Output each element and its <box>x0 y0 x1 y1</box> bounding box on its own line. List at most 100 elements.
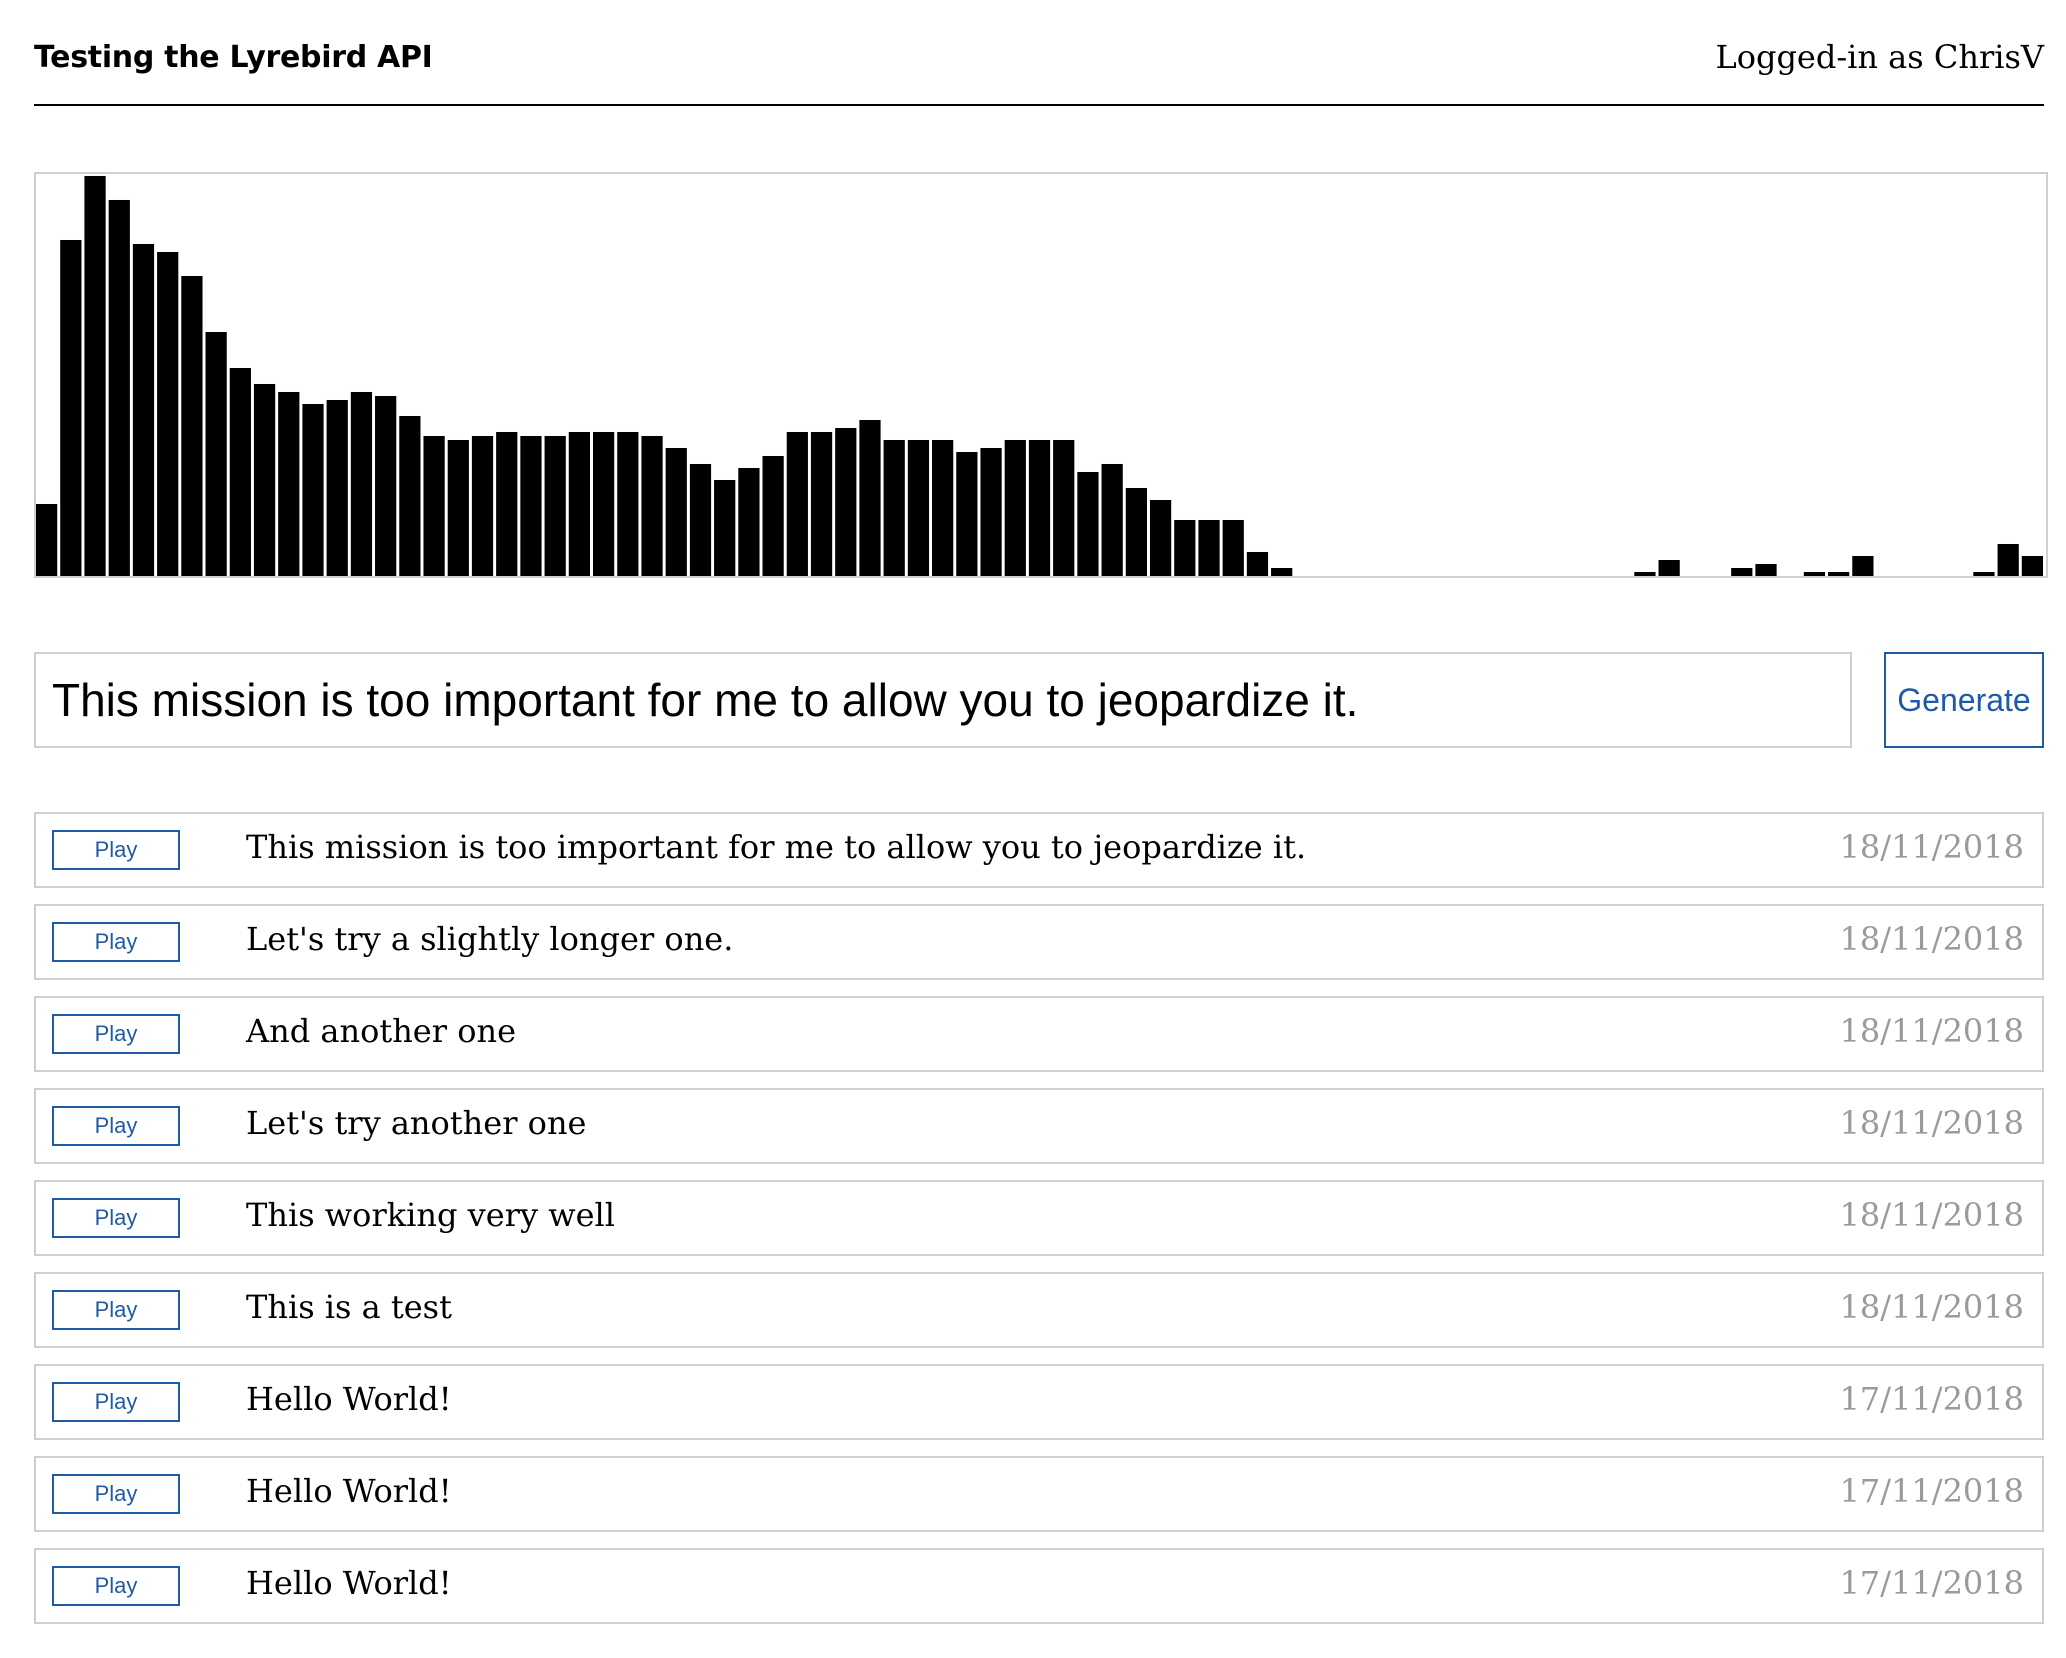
history-text: Hello World! <box>246 1380 452 1418</box>
history-row: Play Let's try another one 18/11/2018 <box>34 1088 2044 1164</box>
history-row: Play This is a test 18/11/2018 <box>34 1272 2044 1348</box>
history-date: 18/11/2018 <box>1839 1104 2024 1142</box>
history-row: Play This mission is too important for m… <box>34 812 2044 888</box>
waveform-bar <box>810 431 833 576</box>
waveform-bar <box>181 275 203 576</box>
waveform-bar <box>689 463 712 576</box>
waveform-bar <box>1101 463 1123 576</box>
waveform-bar <box>859 419 881 576</box>
header: Testing the Lyrebird API Logged-in as Ch… <box>34 34 2044 106</box>
waveform-bar <box>205 331 227 576</box>
waveform-bar <box>1125 487 1147 576</box>
waveform-bar <box>253 383 276 576</box>
history-date: 18/11/2018 <box>1839 1012 2024 1050</box>
waveform-bar <box>350 391 373 576</box>
waveform-bar <box>2021 555 2044 576</box>
waveform-bar <box>932 439 954 576</box>
waveform-bar <box>1198 519 1220 576</box>
history-row: Play Hello World! 17/11/2018 <box>34 1456 2044 1532</box>
waveform-bar <box>84 175 106 576</box>
waveform-bar <box>786 431 808 576</box>
waveform-bar <box>157 251 179 576</box>
waveform-bars <box>36 175 2044 576</box>
waveform-bar <box>1755 563 1777 576</box>
waveform-bar <box>375 395 397 576</box>
waveform-bar <box>568 431 590 576</box>
waveform-bar <box>399 415 421 576</box>
play-button[interactable]: Play <box>52 1106 180 1146</box>
history-text: Let's try another one <box>246 1104 587 1142</box>
play-button[interactable]: Play <box>52 1014 180 1054</box>
waveform-bar <box>1852 555 1874 576</box>
history-date: 17/11/2018 <box>1839 1380 2024 1418</box>
waveform-bar <box>520 435 542 576</box>
history-date: 18/11/2018 <box>1839 920 2024 958</box>
waveform-bar <box>1028 439 1051 576</box>
waveform-bar <box>835 427 857 576</box>
generate-button[interactable]: Generate <box>1884 652 2044 748</box>
waveform-bar <box>1004 439 1026 576</box>
waveform-bar <box>302 403 324 576</box>
play-button[interactable]: Play <box>52 1382 180 1422</box>
waveform-bar <box>1803 571 1826 576</box>
waveform-bar <box>1271 567 1293 576</box>
app-title: Testing the Lyrebird API <box>34 40 433 75</box>
history-text: Hello World! <box>246 1564 452 1602</box>
waveform-bar <box>1077 471 1099 576</box>
waveform-bar <box>1658 559 1680 576</box>
waveform-bar <box>883 439 905 576</box>
waveform-bar <box>1973 571 1995 576</box>
waveform-bar <box>1634 571 1656 576</box>
waveform-bar <box>1246 551 1269 576</box>
play-button[interactable]: Play <box>52 922 180 962</box>
history-date: 17/11/2018 <box>1839 1564 2024 1602</box>
waveform-bar <box>1828 571 1850 576</box>
waveform-bar <box>956 451 978 576</box>
waveform-bar <box>447 439 469 576</box>
play-button[interactable]: Play <box>52 1290 180 1330</box>
history-row: Play This working very well 18/11/2018 <box>34 1180 2044 1256</box>
history-text: This mission is too important for me to … <box>246 828 1307 866</box>
waveform-bar <box>326 399 348 576</box>
history-date: 18/11/2018 <box>1839 828 2024 866</box>
history-text: Hello World! <box>246 1472 452 1510</box>
history-row: Play And another one 18/11/2018 <box>34 996 2044 1072</box>
waveform-bar <box>60 239 82 576</box>
waveform-bar <box>1053 439 1075 576</box>
waveform-bar <box>108 199 130 576</box>
waveform-bar <box>641 435 663 576</box>
waveform-bar <box>471 435 494 576</box>
history-date: 18/11/2018 <box>1839 1288 2024 1326</box>
history-row: Play Let's try a slightly longer one. 18… <box>34 904 2044 980</box>
play-button[interactable]: Play <box>52 1198 180 1238</box>
history-list: Play This mission is too important for m… <box>34 812 2044 1640</box>
waveform-bar <box>1731 567 1753 576</box>
waveform-bar <box>1222 519 1244 576</box>
history-row: Play Hello World! 17/11/2018 <box>34 1548 2044 1624</box>
play-button[interactable]: Play <box>52 1566 180 1606</box>
history-date: 17/11/2018 <box>1839 1472 2024 1510</box>
audio-waveform <box>34 172 2048 578</box>
history-text: Let's try a slightly longer one. <box>246 920 734 958</box>
logged-in-user: Logged-in as ChrisV <box>1715 38 2044 76</box>
waveform-bar <box>907 439 930 576</box>
waveform-bar <box>1997 543 2019 576</box>
waveform-bar <box>738 467 760 576</box>
waveform-bar <box>1174 519 1196 576</box>
waveform-bar <box>132 243 155 576</box>
play-button[interactable]: Play <box>52 1474 180 1514</box>
history-text: And another one <box>246 1012 517 1050</box>
waveform-bar <box>423 435 445 576</box>
history-row: Play Hello World! 17/11/2018 <box>34 1364 2044 1440</box>
speech-text-input[interactable] <box>34 652 1852 748</box>
waveform-bar <box>592 431 615 576</box>
waveform-bar <box>229 367 251 576</box>
waveform-bar <box>617 431 639 576</box>
play-button[interactable]: Play <box>52 830 180 870</box>
history-text: This is a test <box>246 1288 452 1326</box>
waveform-bar <box>665 447 687 576</box>
waveform-bar <box>278 391 300 576</box>
waveform-bar <box>980 447 1002 576</box>
waveform-bar <box>496 431 518 576</box>
waveform-bar <box>544 435 566 576</box>
